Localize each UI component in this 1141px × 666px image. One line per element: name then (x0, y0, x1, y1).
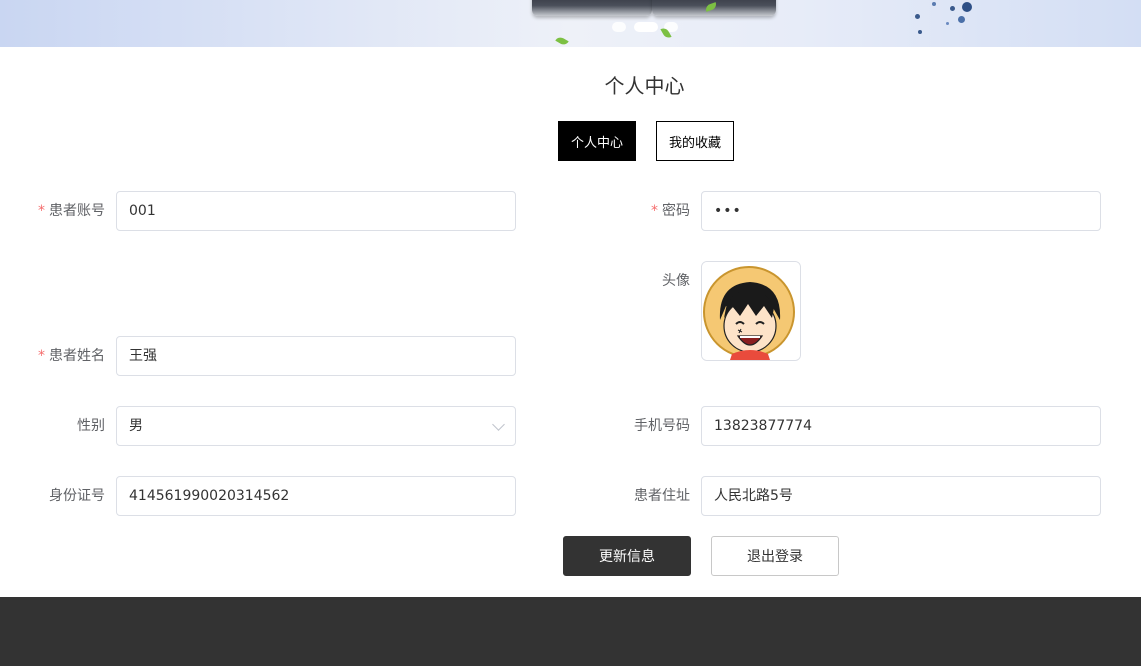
phone-input[interactable]: 13823877774 (701, 406, 1101, 446)
required-mark: * (38, 203, 45, 219)
tab-my-favorites[interactable]: 我的收藏 (656, 121, 734, 161)
carousel-indicator-active[interactable] (634, 22, 658, 32)
avatar-image (702, 262, 800, 360)
logout-button[interactable]: 退出登录 (711, 536, 839, 576)
avatar-upload[interactable] (701, 261, 801, 361)
gender-label: 性别 (77, 418, 105, 434)
dot-decoration (958, 16, 965, 23)
avatar-label: 头像 (662, 273, 690, 289)
dot-decoration (950, 6, 955, 11)
phone-label: 手机号码 (634, 418, 690, 434)
banner-carousel (0, 0, 1141, 47)
leaf-decoration (555, 35, 569, 47)
banner-device-image (532, 0, 652, 16)
password-label: * 密码 (651, 203, 690, 219)
chevron-down-icon[interactable] (492, 418, 505, 431)
dot-decoration (932, 2, 936, 6)
id-card-label: 身份证号 (49, 488, 105, 504)
carousel-indicator[interactable] (612, 22, 626, 32)
required-mark: * (38, 348, 45, 364)
name-input[interactable]: 王强 (116, 336, 516, 376)
gender-value: 男 (129, 418, 143, 434)
account-input[interactable]: 001 (116, 191, 516, 231)
name-label: * 患者姓名 (38, 348, 105, 364)
dot-decoration (918, 30, 922, 34)
gender-select[interactable]: 男 (116, 406, 516, 446)
tab-personal-center[interactable]: 个人中心 (558, 121, 636, 161)
update-info-button[interactable]: 更新信息 (563, 536, 691, 576)
password-input[interactable]: ••• (701, 191, 1101, 231)
account-label: * 患者账号 (38, 203, 105, 219)
address-input[interactable]: 人民北路5号 (701, 476, 1101, 516)
address-label: 患者住址 (634, 488, 690, 504)
dot-decoration (962, 2, 972, 12)
dot-decoration (946, 22, 949, 25)
id-card-input[interactable]: 414561990020314562 (116, 476, 516, 516)
footer (0, 597, 1141, 666)
required-mark: * (651, 203, 658, 219)
page-title: 个人中心 (604, 74, 685, 98)
dot-decoration (915, 14, 920, 19)
